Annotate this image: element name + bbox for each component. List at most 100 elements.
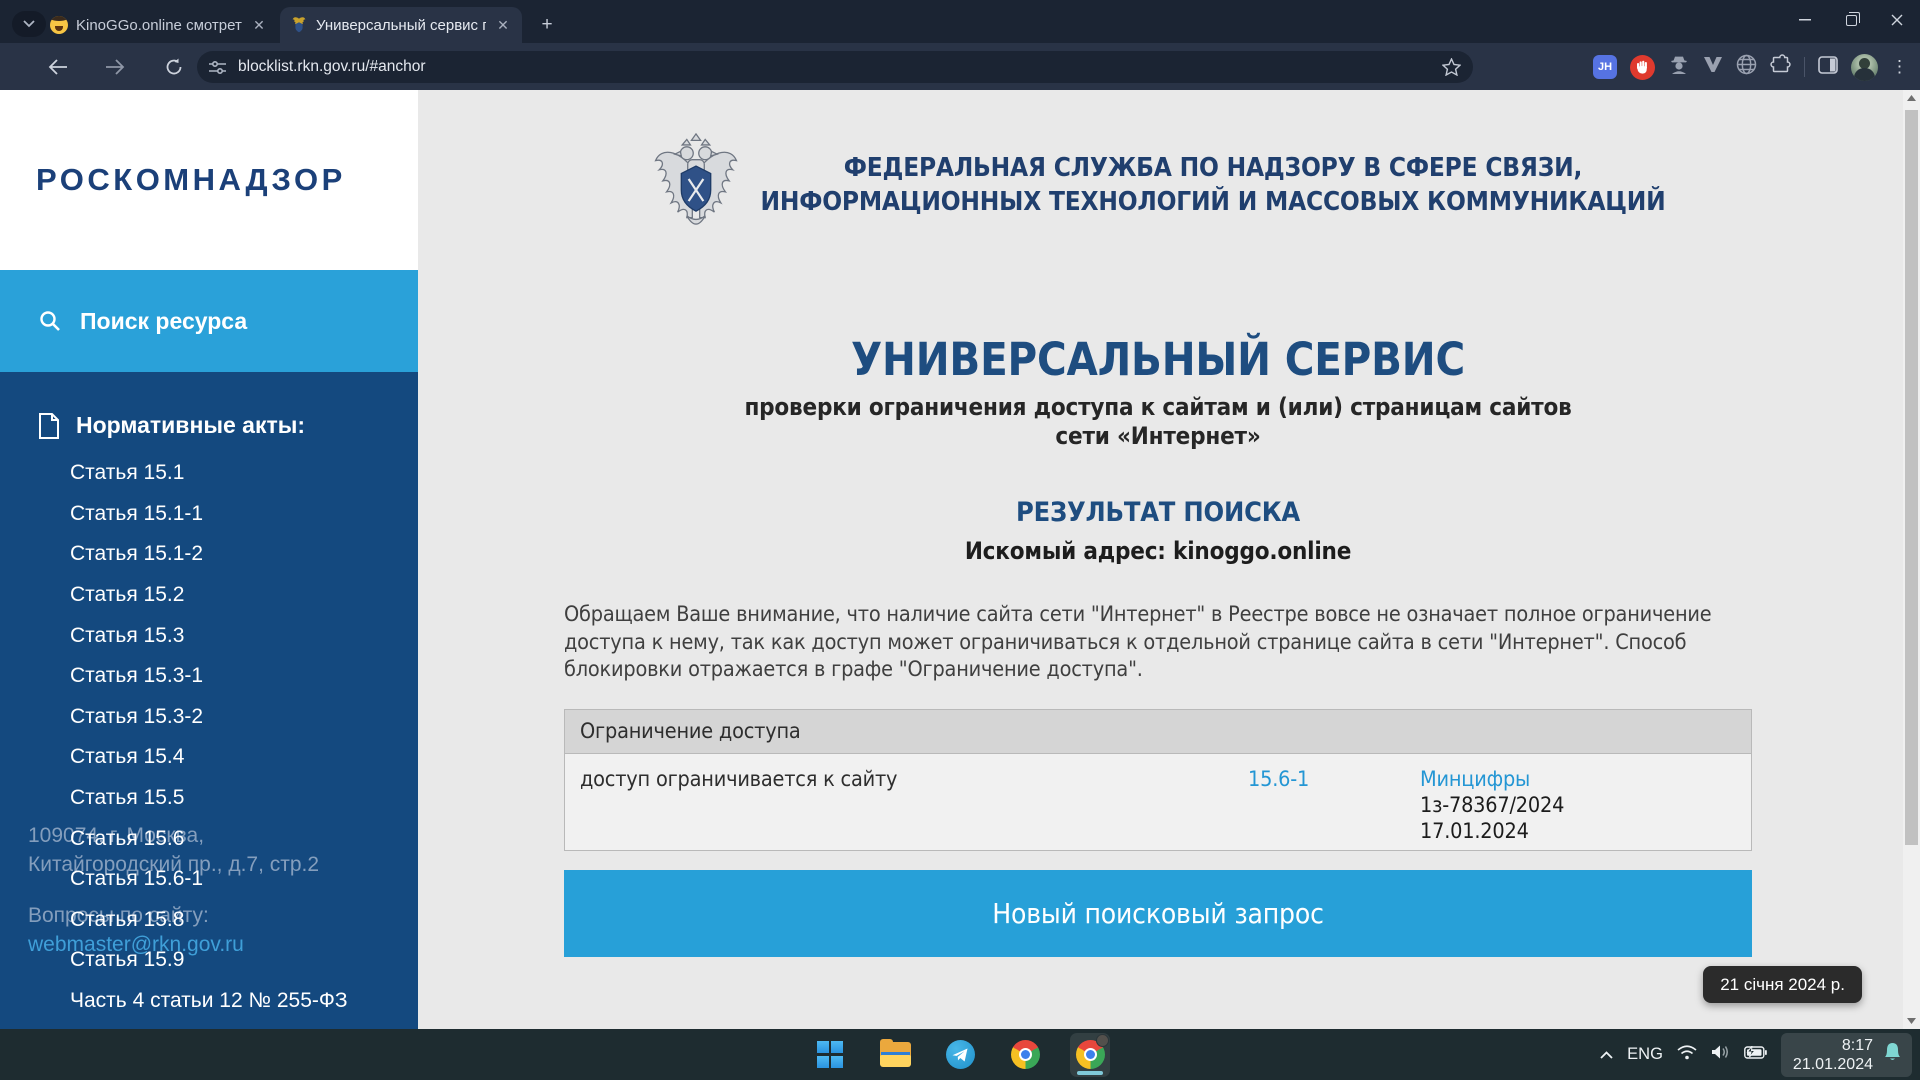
- sidebar-item-article[interactable]: Статья 15.3: [70, 615, 348, 656]
- sidebar-item-article[interactable]: Статья 15.5: [70, 778, 348, 819]
- sidebar-item-article[interactable]: Статья 15.2: [70, 575, 348, 616]
- sidebar-item-article[interactable]: Статья 15.6-1: [70, 859, 348, 900]
- sidebar-item-article[interactable]: Статья 15.4: [70, 737, 348, 778]
- volume-icon[interactable]: [1711, 1044, 1730, 1065]
- agency-name-line1: ФЕДЕРАЛЬНАЯ СЛУЖБА ПО НАДЗОРУ В СФЕРЕ СВ…: [760, 151, 1665, 185]
- chrome-button[interactable]: [1005, 1033, 1045, 1077]
- sidebar-item-article[interactable]: Статья 15.1-2: [70, 534, 348, 575]
- system-tray: ENG 8:17 21.01.2024: [1600, 1029, 1912, 1080]
- start-button[interactable]: [810, 1033, 850, 1077]
- article-link[interactable]: 15.6-1: [1248, 767, 1309, 792]
- scroll-down-arrow[interactable]: [1903, 1013, 1920, 1029]
- browser-menu-icon[interactable]: ⋮: [1891, 57, 1908, 77]
- notification-bell-icon[interactable]: [1883, 1042, 1902, 1068]
- url-text[interactable]: blocklist.rkn.gov.ru/#anchor: [238, 58, 1442, 76]
- browser-titlebar: KinoGGo.online смотреть филь ✕ Универсал…: [0, 0, 1920, 43]
- result-title: РЕЗУЛЬТАТ ПОИСКА: [418, 497, 1898, 528]
- agency-header: ФЕДЕРАЛЬНАЯ СЛУЖБА ПО НАДЗОРУ В СФЕРЕ СВ…: [418, 90, 1898, 236]
- scrollbar-thumb[interactable]: [1905, 110, 1918, 845]
- address-bar[interactable]: blocklist.rkn.gov.ru/#anchor: [197, 51, 1473, 83]
- sidebar-item-article[interactable]: Статья 15.6: [70, 818, 348, 859]
- search-label: Поиск ресурса: [80, 308, 247, 335]
- file-explorer-button[interactable]: [875, 1033, 915, 1077]
- tray-date: 21.01.2024: [1793, 1055, 1873, 1074]
- forward-icon: [105, 59, 125, 75]
- profile-avatar[interactable]: [1851, 54, 1878, 81]
- tray-time: 8:17: [1793, 1036, 1873, 1055]
- tab-close-icon[interactable]: ✕: [250, 16, 268, 34]
- sidebar-item-article[interactable]: Статья 15.3-2: [70, 697, 348, 738]
- table-row: доступ ограничивается к сайту 15.6-1 Мин…: [565, 754, 1751, 850]
- tray-overflow-chevron[interactable]: [1600, 1046, 1613, 1062]
- sidebar-nav-title: Нормативные акты:: [0, 412, 418, 439]
- roskomnadzor-logo[interactable]: РОСКОМНАДЗОР: [0, 90, 418, 270]
- sidebar-item-article[interactable]: Статья 15.9: [70, 940, 348, 981]
- notice-paragraph: Обращаем Ваше внимание, что наличие сайт…: [564, 601, 1752, 684]
- tab-title: KinoGGo.online смотреть филь: [76, 17, 242, 34]
- bookmark-star-icon[interactable]: [1442, 58, 1461, 76]
- restore-button[interactable]: [1828, 0, 1874, 40]
- taskbar-center: [810, 1029, 1110, 1080]
- toolbar-separator: [1804, 57, 1805, 77]
- language-indicator[interactable]: ENG: [1627, 1045, 1663, 1064]
- wifi-icon[interactable]: [1677, 1045, 1697, 1065]
- result-table: Ограничение доступа доступ ограничиваетс…: [564, 709, 1752, 851]
- taskbar: ENG 8:17 21.01.2024: [0, 1029, 1920, 1080]
- blocker-hand-icon[interactable]: [1630, 55, 1655, 80]
- restriction-cell: доступ ограничивается к сайту: [565, 767, 1248, 850]
- forward-button[interactable]: [101, 53, 129, 81]
- clock-block[interactable]: 8:17 21.01.2024: [1781, 1033, 1912, 1077]
- decision-date: 17.01.2024: [1420, 819, 1751, 845]
- globe-extension-icon[interactable]: [1736, 54, 1757, 80]
- site-settings-icon[interactable]: [209, 60, 226, 75]
- folder-icon: [880, 1042, 911, 1067]
- federal-eagle-emblem: [650, 133, 742, 236]
- sidebar-item-article[interactable]: Статья 15.3-1: [70, 656, 348, 697]
- back-icon: [48, 59, 68, 75]
- reload-button[interactable]: [160, 53, 188, 81]
- kinoggo-favicon-icon: [50, 16, 68, 34]
- service-subtitle: проверки ограничения доступа к сайтам и …: [418, 393, 1898, 451]
- back-button[interactable]: [44, 53, 72, 81]
- searched-address: Искомый адрес: kinoggo.online: [418, 537, 1898, 565]
- tab-kinoggo[interactable]: KinoGGo.online смотреть филь ✕: [40, 7, 278, 43]
- scroll-up-arrow[interactable]: [1903, 90, 1920, 106]
- service-subtitle-line1: проверки ограничения доступа к сайтам и …: [418, 393, 1898, 422]
- tab-universal-service[interactable]: Универсальный сервис прове ✕: [280, 7, 522, 43]
- tab-close-icon[interactable]: ✕: [494, 16, 512, 34]
- telegram-button[interactable]: [940, 1033, 980, 1077]
- jh-extension-icon[interactable]: JH: [1593, 55, 1617, 79]
- v-extension-icon[interactable]: [1703, 56, 1723, 78]
- service-title: УНИВЕРСАЛЬНЫЙ СЕРВИС: [418, 333, 1898, 386]
- browser-toolbar: blocklist.rkn.gov.ru/#anchor JH: [0, 43, 1920, 90]
- side-panel-icon[interactable]: [1818, 55, 1838, 80]
- sidebar-articles-list: Статья 15.1 Статья 15.1-1 Статья 15.1-2 …: [70, 453, 348, 1021]
- agency-name-line2: ИНФОРМАЦИОННЫХ ТЕХНОЛОГИЙ И МАССОВЫХ КОМ…: [760, 185, 1665, 219]
- spy-extension-icon[interactable]: [1668, 55, 1690, 80]
- page-scrollbar[interactable]: [1903, 90, 1920, 1029]
- document-icon: [38, 413, 60, 439]
- date-tooltip: 21 січня 2024 р.: [1703, 966, 1862, 1003]
- authority-link[interactable]: Минцифры: [1420, 767, 1530, 792]
- close-button[interactable]: [1874, 0, 1920, 40]
- agency-name: ФЕДЕРАЛЬНАЯ СЛУЖБА ПО НАДЗОРУ В СФЕРЕ СВ…: [760, 151, 1665, 219]
- chevron-down-icon: [23, 20, 35, 28]
- rkn-eagle-favicon-icon: [290, 16, 308, 34]
- extensions-puzzle-icon[interactable]: [1770, 54, 1791, 80]
- sidebar-item-article[interactable]: Статья 15.8: [70, 900, 348, 941]
- new-search-button[interactable]: Новый поисковый запрос: [564, 870, 1752, 957]
- telegram-icon: [946, 1040, 975, 1069]
- sidebar-item-search[interactable]: Поиск ресурса: [0, 270, 418, 372]
- search-icon: [38, 309, 62, 333]
- minimize-button[interactable]: [1782, 0, 1828, 40]
- table-header-restriction: Ограничение доступа: [565, 710, 1751, 754]
- sidebar: РОСКОМНАДЗОР Поиск ресурса 109074, г. Мо…: [0, 90, 418, 1029]
- tab-title: Универсальный сервис прове: [316, 17, 486, 34]
- battery-icon[interactable]: [1744, 1046, 1767, 1064]
- screen: KinoGGo.online смотреть филь ✕ Универсал…: [0, 0, 1920, 1080]
- sidebar-item-article[interactable]: Статья 15.1-1: [70, 494, 348, 535]
- new-tab-button[interactable]: +: [534, 12, 560, 38]
- sidebar-item-article[interactable]: Часть 4 статьи 12 № 255-ФЗ: [70, 981, 348, 1022]
- sidebar-item-article[interactable]: Статья 15.1: [70, 453, 348, 494]
- chrome-active-window-button[interactable]: [1070, 1033, 1110, 1077]
